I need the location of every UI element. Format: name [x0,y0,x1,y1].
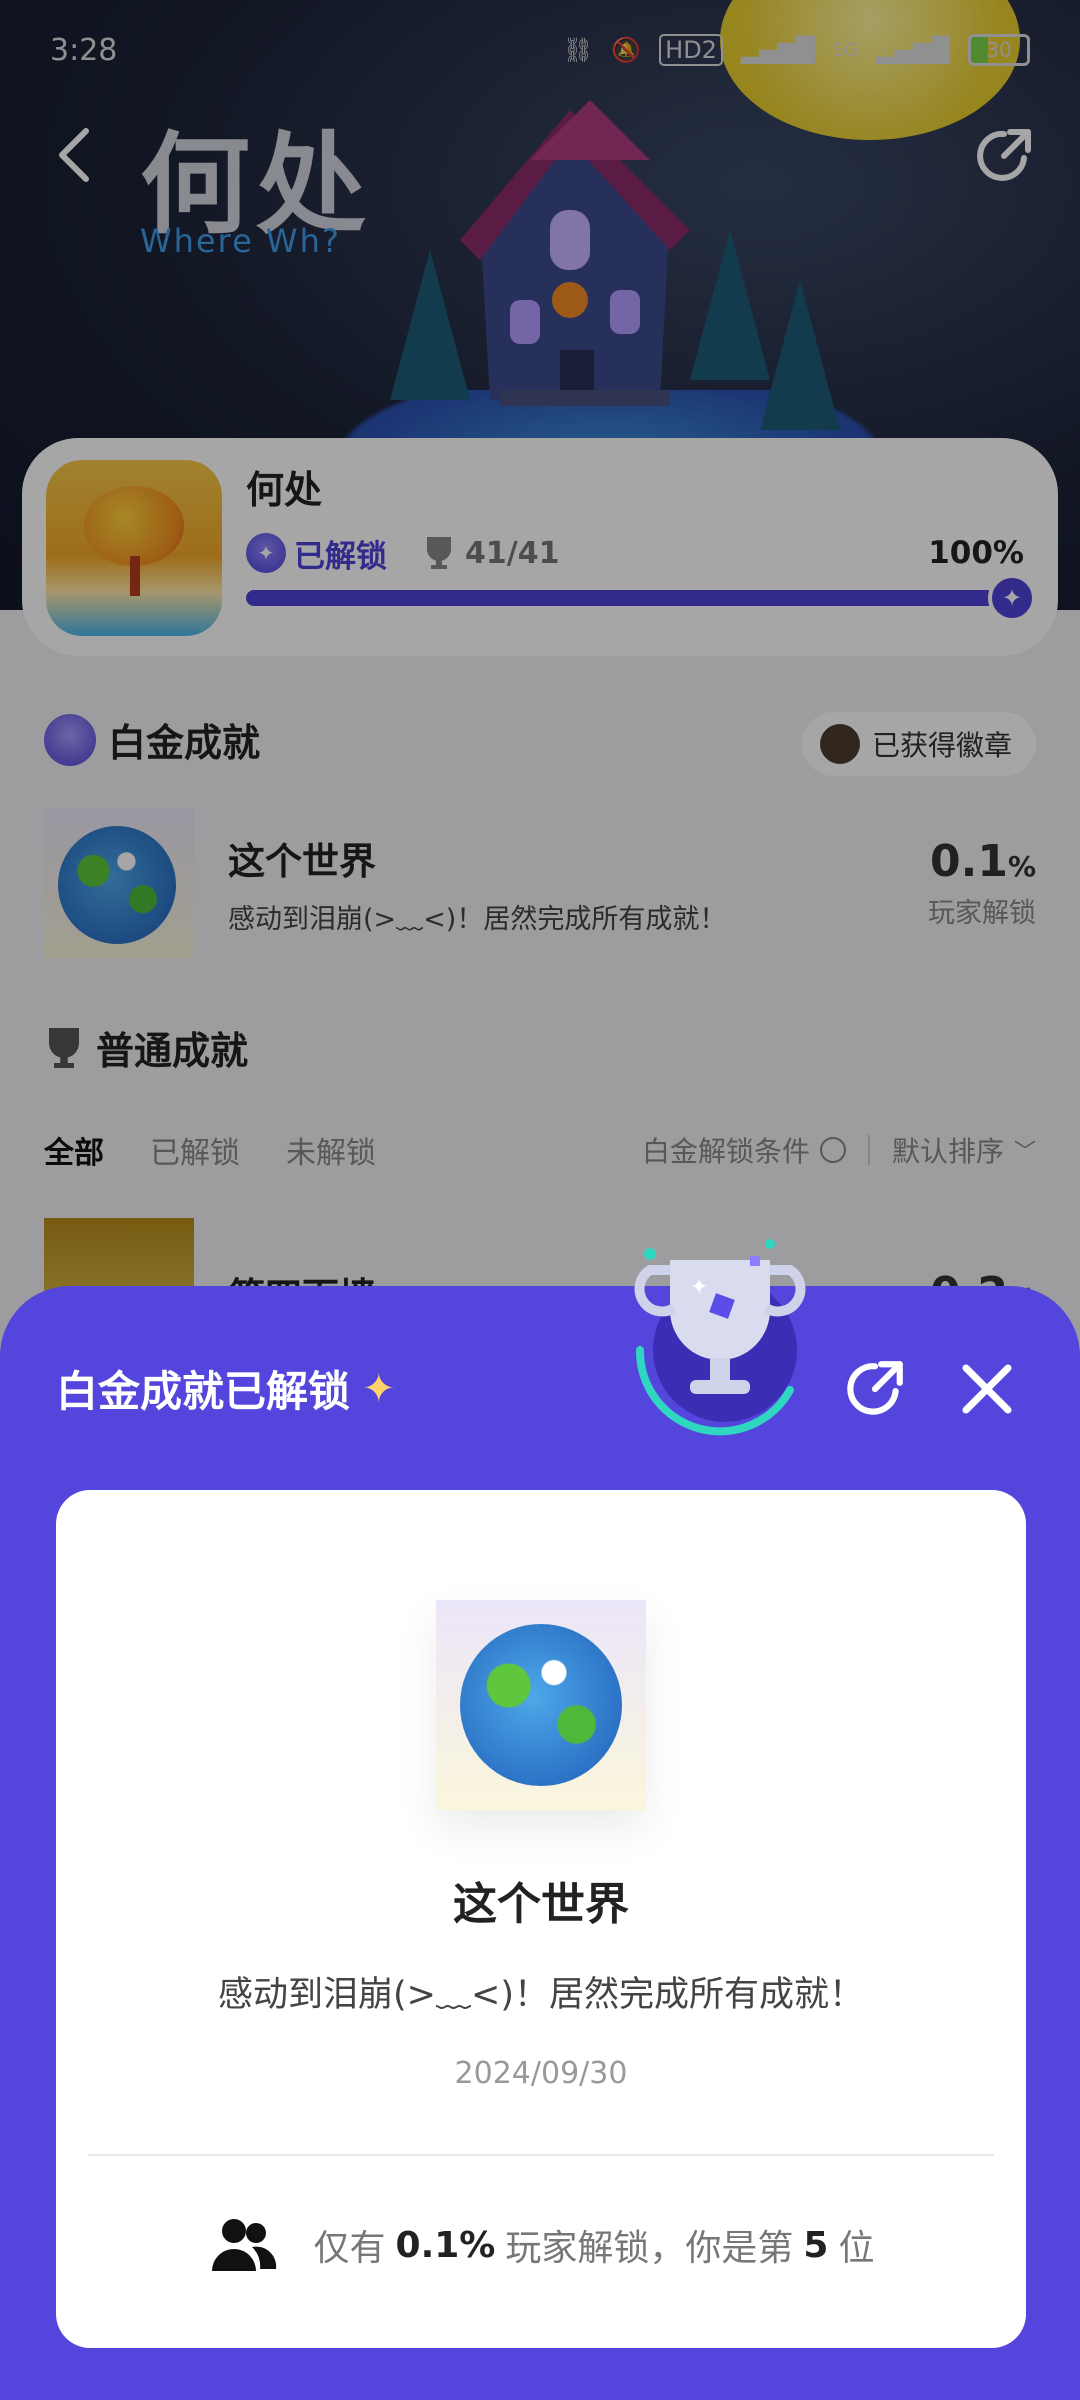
achievement-name: 这个世界 [453,1879,629,1930]
trophy-illustration-icon: ✦ [634,1239,806,1436]
sheet-title: 白金成就已解锁 ✦ [56,1358,396,1419]
achievement-description: 感动到泪崩(>﹏<)！居然完成所有成就！ [218,1975,864,2015]
rank-suffix: 位 [838,2228,875,2269]
rank-position: 5 [803,2224,829,2266]
sheet-share-button[interactable] [842,1356,908,1422]
rank-percent: 0.1% [395,2224,496,2266]
unlock-rank: 仅有 0.1% 玩家解锁，你是第 5 位 [56,2190,1026,2300]
rank-middle: 玩家解锁，你是第 [505,2228,794,2269]
users-icon [211,2219,276,2271]
globe-icon [460,1624,622,1786]
svg-text:✦: ✦ [690,1275,708,1300]
sheet-title-text: 白金成就已解锁 [56,1367,351,1416]
unlock-date: 2024/09/30 [454,2056,628,2091]
close-button[interactable] [956,1358,1018,1420]
rank-prefix: 仅有 [313,2228,386,2269]
divider [88,2154,994,2156]
platinum-unlocked-sheet: 白金成就已解锁 ✦ ✦ 这个世界 感动到泪崩(>﹏<)！居然完成所有成就！ 20… [0,1239,1080,2400]
achievement-image [436,1600,646,1810]
achievement-detail-card: 这个世界 感动到泪崩(>﹏<)！居然完成所有成就！ 2024/09/30 仅有 … [56,1490,1026,2348]
close-icon [962,1364,1012,1414]
sparkle-icon: ✦ [362,1365,396,1412]
share-icon [847,1361,903,1415]
